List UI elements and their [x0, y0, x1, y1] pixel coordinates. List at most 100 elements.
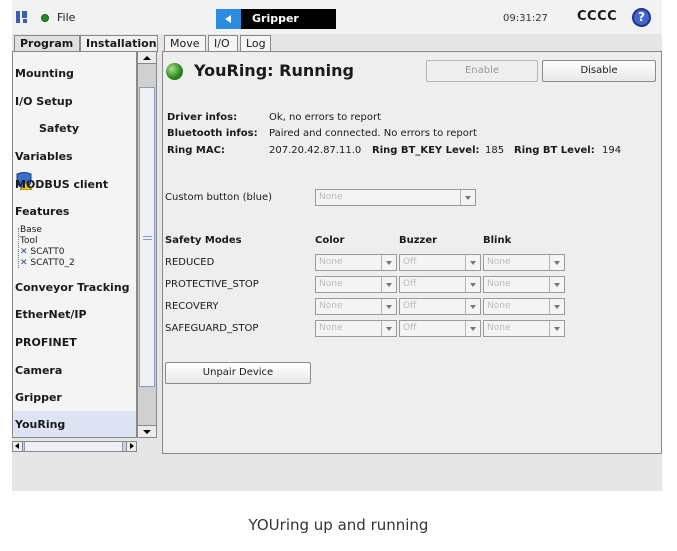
sidebar-horizontal-scrollbar[interactable]	[12, 441, 137, 452]
feature-scatt0-2-label: SCATT0_2	[30, 258, 75, 268]
color-value: None	[319, 279, 343, 289]
bluetooth-infos-label: Bluetooth infos:	[167, 128, 258, 139]
buzzer-select[interactable]: Off	[399, 320, 481, 337]
feature-scatt0[interactable]: ✕ SCATT0	[20, 247, 64, 257]
scroll-left-icon[interactable]	[13, 442, 23, 451]
feature-scatt0-2[interactable]: ✕ SCATT0_2	[20, 258, 75, 268]
tab-io[interactable]: I/O	[208, 35, 238, 51]
header-bar: File Gripper 09:31:27 CCCC ?	[12, 0, 662, 34]
tree-guide	[18, 228, 19, 268]
blink-select[interactable]: None	[483, 276, 565, 293]
chevron-down-icon	[465, 321, 480, 336]
sidebar-item-features[interactable]: Features	[15, 205, 69, 218]
chevron-down-icon	[465, 277, 480, 292]
blink-select[interactable]: None	[483, 298, 565, 315]
chevron-down-icon	[460, 190, 475, 205]
blink-value: None	[487, 323, 511, 333]
grip-icon	[143, 236, 152, 240]
chevron-down-icon	[549, 255, 564, 270]
mode-name: REDUCED	[165, 257, 215, 268]
custom-button-select[interactable]: None	[315, 189, 476, 206]
horizontal-scroll-thumb[interactable]	[24, 442, 123, 451]
blink-value: None	[487, 301, 511, 311]
sidebar-item-safety[interactable]: Safety	[39, 122, 79, 135]
color-header: Color	[315, 235, 345, 246]
program-indicator[interactable]: Gripper	[216, 9, 336, 29]
custom-button-label: Custom button (blue)	[165, 192, 273, 203]
scroll-right-icon[interactable]	[126, 442, 136, 451]
robot-name: CCCC	[577, 9, 618, 24]
ring-mac-label: Ring MAC:	[167, 145, 225, 156]
bt-key-level-label: Ring BT_KEY Level:	[372, 145, 480, 156]
sidebar-item-gripper[interactable]: Gripper	[15, 391, 62, 404]
sidebar-item-camera[interactable]: Camera	[15, 364, 62, 377]
scroll-down-icon[interactable]	[138, 425, 156, 437]
buzzer-value: Off	[403, 301, 417, 311]
chevron-down-icon	[381, 299, 396, 314]
sidebar-vertical-scrollbar[interactable]	[137, 51, 157, 438]
tab-log[interactable]: Log	[240, 35, 271, 51]
sidebar-item-variables[interactable]: Variables	[15, 150, 73, 163]
color-select[interactable]: None	[315, 254, 397, 271]
driver-infos-value: Ok, no errors to report	[269, 112, 382, 123]
file-menu[interactable]: File	[57, 11, 75, 24]
sidebar-item-io-setup[interactable]: I/O Setup	[15, 95, 73, 108]
color-select[interactable]: None	[315, 298, 397, 315]
status-bar	[12, 458, 662, 491]
disable-button[interactable]: Disable	[542, 60, 656, 82]
bt-level-label: Ring BT Level:	[514, 145, 595, 156]
color-value: None	[319, 257, 343, 267]
sidebar-item-youring[interactable]: YouRing	[13, 411, 136, 437]
blink-select[interactable]: None	[483, 320, 565, 337]
chevron-down-icon	[381, 321, 396, 336]
buzzer-select[interactable]: Off	[399, 276, 481, 293]
buzzer-value: Off	[403, 257, 417, 267]
mode-name: PROTECTIVE_STOP	[165, 279, 259, 290]
ring-mac-value: 207.20.42.87.11.0	[269, 145, 362, 156]
page-title: YouRing: Running	[194, 61, 354, 80]
polyscope-window: File Gripper 09:31:27 CCCC ? Program Ins…	[12, 0, 662, 491]
feature-tool[interactable]: Tool	[20, 236, 37, 246]
bluetooth-infos-value: Paired and connected. No errors to repor…	[269, 128, 477, 139]
sidebar-item-ethernetip[interactable]: EtherNet/IP	[15, 308, 87, 321]
sidebar-item-mounting[interactable]: Mounting	[15, 67, 74, 80]
enable-button[interactable]: Enable	[426, 60, 538, 82]
feature-scatt0-label: SCATT0	[30, 247, 65, 257]
buzzer-value: Off	[403, 279, 417, 289]
color-value: None	[319, 323, 343, 333]
help-icon[interactable]: ?	[632, 8, 651, 27]
buzzer-select[interactable]: Off	[399, 254, 481, 271]
tab-installation[interactable]: Installation	[80, 35, 158, 52]
chevron-down-icon	[381, 255, 396, 270]
scroll-up-icon[interactable]	[138, 52, 156, 64]
feature-x-icon: ✕	[20, 258, 28, 268]
buzzer-value: Off	[403, 323, 417, 333]
running-status-icon	[166, 63, 183, 80]
blink-value: None	[487, 279, 511, 289]
play-arrow-icon[interactable]	[216, 9, 241, 29]
mode-name: SAFEGUARD_STOP	[165, 323, 259, 334]
color-select[interactable]: None	[315, 276, 397, 293]
sidebar-item-profinet[interactable]: PROFINET	[15, 336, 77, 349]
robot-status-icon	[41, 14, 49, 22]
program-name: Gripper	[252, 12, 299, 25]
unpair-device-button[interactable]: Unpair Device	[165, 362, 311, 384]
blink-select[interactable]: None	[483, 254, 565, 271]
sidebar-item-modbus[interactable]: MODBUS client	[15, 178, 108, 191]
chevron-down-icon	[465, 255, 480, 270]
chevron-down-icon	[549, 299, 564, 314]
tab-program[interactable]: Program	[14, 35, 80, 51]
chevron-down-icon	[465, 299, 480, 314]
sidebar-item-conveyor[interactable]: Conveyor Tracking	[15, 281, 130, 294]
tab-move[interactable]: Move	[164, 35, 206, 51]
chevron-down-icon	[381, 277, 396, 292]
feature-base[interactable]: Base	[20, 225, 42, 235]
driver-infos-label: Driver infos:	[167, 112, 238, 123]
installation-sidebar: Mounting I/O Setup Safety Variables MODB…	[12, 51, 137, 438]
youring-panel: YouRing: Running Enable Disable Driver i…	[162, 51, 662, 454]
color-select[interactable]: None	[315, 320, 397, 337]
scroll-thumb[interactable]	[139, 87, 155, 387]
buzzer-select[interactable]: Off	[399, 298, 481, 315]
chevron-down-icon	[549, 321, 564, 336]
image-caption: YOUring up and running	[248, 516, 429, 534]
